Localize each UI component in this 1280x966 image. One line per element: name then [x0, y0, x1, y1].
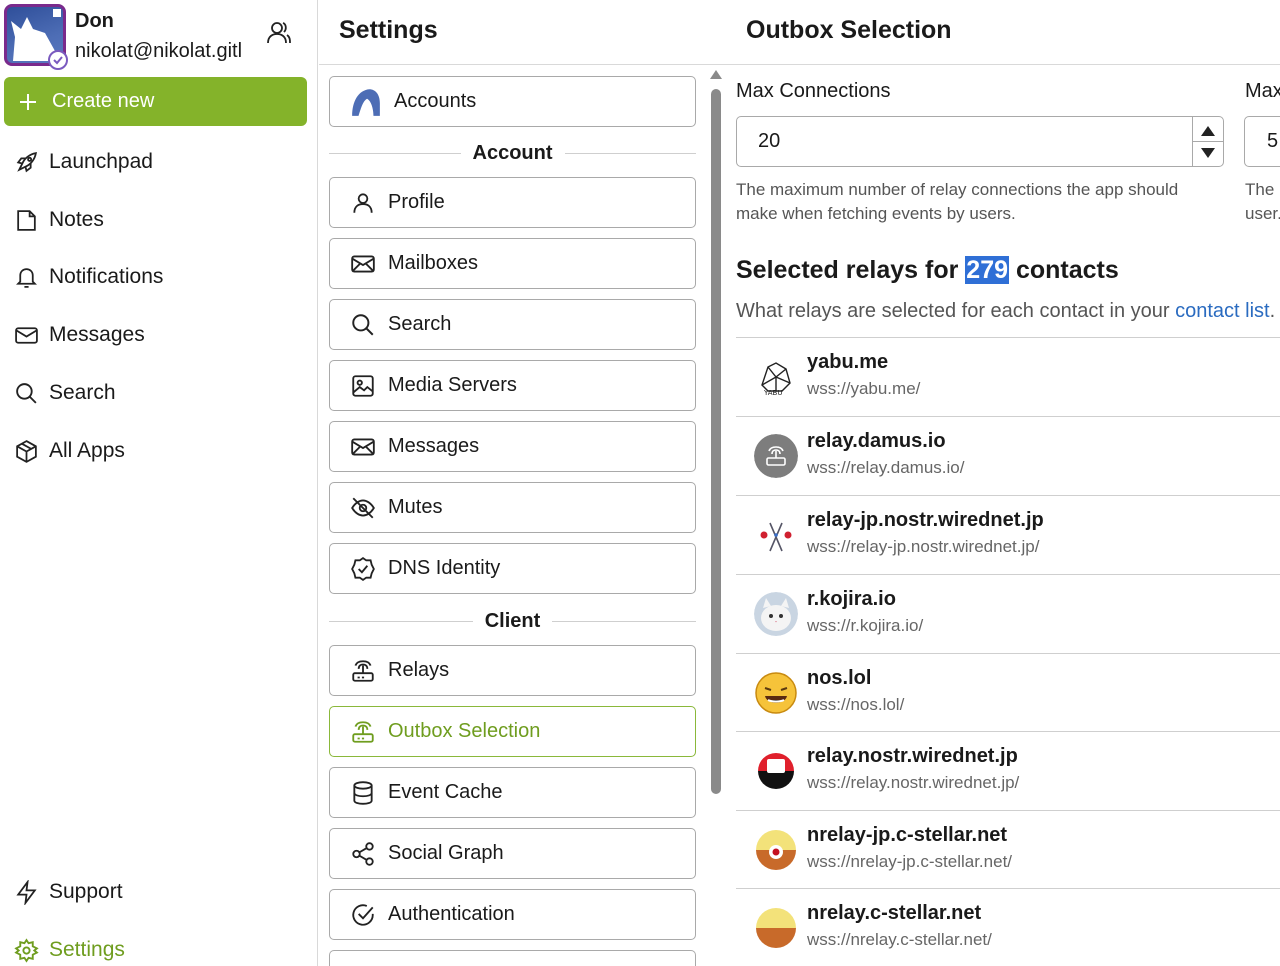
step-up-icon[interactable] [1201, 126, 1215, 136]
mail-icon [15, 326, 38, 344]
relay-item[interactable]: relay.damus.io wss://relay.damus.io/ [736, 416, 1280, 495]
relay-item[interactable]: nos.lol wss://nos.lol/ [736, 653, 1280, 732]
plus-icon [20, 93, 36, 110]
relay-item[interactable]: YABU yabu.me wss://yabu.me/ [736, 337, 1280, 416]
page-title: Outbox Selection [746, 16, 952, 44]
sidebar: Don nikolat@nikolat.gitl Create new Laun… [0, 0, 318, 966]
account-avatar-icon [352, 88, 380, 116]
second-field-help: The r user. [1245, 180, 1280, 223]
rocket-icon [16, 151, 37, 172]
settings-header: Settings Outbox Selection [319, 0, 1280, 65]
nav-notifications[interactable]: Notifications [14, 262, 163, 292]
menu-search[interactable]: Search [329, 299, 696, 350]
router-icon [352, 720, 374, 743]
gear-icon [14, 937, 39, 963]
menu-media-servers[interactable]: Media Servers [329, 360, 696, 411]
eye-off-icon [351, 497, 375, 518]
scroll-thumb[interactable] [711, 89, 721, 794]
relay-kojira-icon [754, 592, 798, 636]
contact-count: 279 [965, 256, 1010, 284]
search-icon [16, 382, 37, 404]
mail-icon [351, 254, 375, 273]
user-profile[interactable]: Don nikolat@nikolat.gitl [4, 4, 308, 70]
relay-yabu-icon: YABU [761, 362, 791, 397]
relay-noslol-icon [755, 672, 797, 714]
relay-item[interactable]: nrelay-jp.c-stellar.net wss://nrelay-jp.… [736, 810, 1280, 889]
svg-text:YABU: YABU [763, 389, 782, 397]
image-icon [352, 374, 374, 397]
search-icon [352, 313, 374, 335]
selected-relays-title: Selected relays for 279 contacts [736, 256, 1119, 284]
user-name: Don [75, 10, 114, 32]
max-connections-input[interactable]: 20 [736, 116, 1224, 167]
menu-dns-identity[interactable]: DNS Identity [329, 543, 696, 594]
user-email: nikolat@nikolat.gitl [75, 40, 243, 62]
create-new-button[interactable]: Create new [4, 77, 307, 126]
section-client: Client [329, 608, 696, 634]
second-number-input[interactable]: 5 [1244, 116, 1280, 167]
max-connections-label: Max Connections [736, 80, 891, 102]
menu-authentication[interactable]: Authentication [329, 889, 696, 940]
scroll-up-icon[interactable] [710, 70, 722, 79]
database-icon [353, 780, 373, 805]
step-down-icon[interactable] [1201, 148, 1215, 158]
menu-mutes[interactable]: Mutes [329, 482, 696, 533]
relay-item[interactable]: relay.nostr.wirednet.jp wss://relay.nost… [736, 731, 1280, 810]
settings-title: Settings [339, 16, 438, 44]
nav-launchpad[interactable]: Launchpad [14, 147, 153, 177]
mail-icon [351, 437, 375, 456]
user-icon [353, 192, 373, 213]
menu-outbox-selection[interactable]: Outbox Selection [329, 706, 696, 757]
create-new-label: Create new [52, 90, 155, 112]
menu-accounts[interactable]: Accounts [329, 76, 696, 127]
relay-c-stellar-jp-icon [756, 830, 796, 870]
nav-search[interactable]: Search [14, 378, 116, 408]
second-field-label: Max [1245, 80, 1280, 102]
relay-item[interactable]: relay-jp.nostr.wirednet.jp wss://relay-j… [736, 495, 1280, 574]
max-connections-help: The maximum number of relay connections … [736, 180, 1179, 223]
relay-c-stellar-icon [756, 908, 796, 948]
menu-scrollbar[interactable] [710, 70, 722, 966]
relay-wirednet-icon [758, 753, 794, 789]
menu-relays[interactable]: Relays [329, 645, 696, 696]
relay-item[interactable]: nrelay.c-stellar.net wss://nrelay.c-stel… [736, 888, 1280, 966]
relay-item[interactable]: r.kojira.io wss://r.kojira.io/ [736, 574, 1280, 653]
switch-account-icon[interactable] [266, 20, 292, 46]
selected-relays-subtitle: What relays are selected for each contac… [736, 300, 1276, 322]
relay-damus-icon [754, 434, 798, 478]
section-account: Account [329, 140, 696, 166]
relay-wirednet-jp-icon [760, 522, 792, 552]
bolt-icon [16, 879, 37, 905]
menu-profile[interactable]: Profile [329, 177, 696, 228]
bell-icon [16, 267, 37, 288]
badge-check-icon [351, 556, 375, 581]
nav-messages[interactable]: Messages [14, 320, 145, 350]
nav-all-apps[interactable]: All Apps [14, 436, 125, 466]
menu-item-partial[interactable] [329, 950, 696, 966]
note-icon [17, 209, 36, 231]
menu-mailboxes[interactable]: Mailboxes [329, 238, 696, 289]
nav-settings[interactable]: Settings [14, 935, 125, 965]
max-connections-stepper[interactable] [1192, 117, 1223, 166]
nav-support[interactable]: Support [14, 877, 123, 907]
nav-notes[interactable]: Notes [14, 205, 104, 235]
menu-event-cache[interactable]: Event Cache [329, 767, 696, 818]
verified-badge-icon [48, 50, 68, 70]
contact-list-link[interactable]: contact list [1175, 300, 1269, 322]
menu-messages[interactable]: Messages [329, 421, 696, 472]
check-circle-icon [352, 903, 374, 926]
share-icon [352, 841, 374, 866]
router-icon [352, 659, 374, 682]
menu-social-graph[interactable]: Social Graph [329, 828, 696, 879]
package-icon [16, 439, 37, 463]
